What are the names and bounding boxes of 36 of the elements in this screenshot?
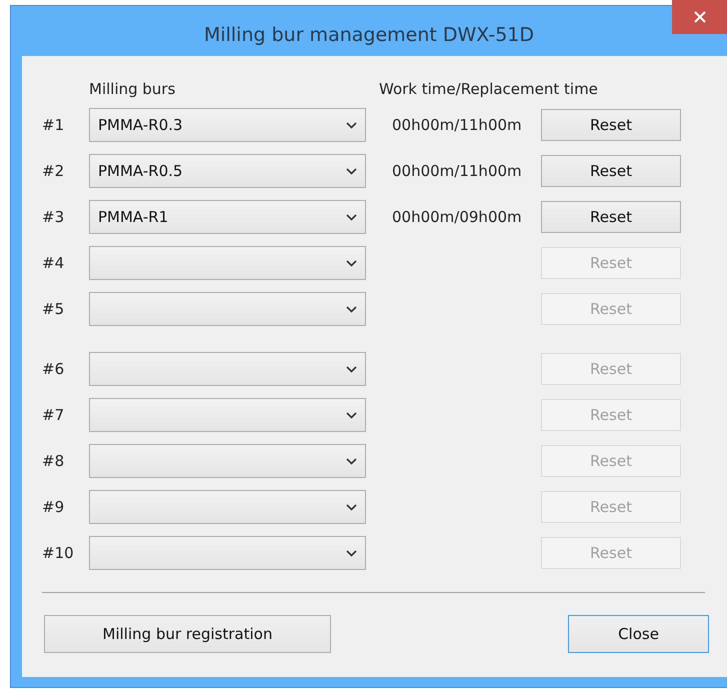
close-button[interactable] [672, 0, 727, 34]
bur-dropdown[interactable] [89, 292, 366, 326]
close-icon [694, 11, 706, 23]
bur-dropdown[interactable]: PMMA-R1 [89, 200, 366, 234]
reset-button[interactable]: Reset [541, 201, 681, 233]
bur-dropdown[interactable]: PMMA-R0.5 [89, 154, 366, 188]
bur-dropdown[interactable] [89, 352, 366, 386]
slot-number: #3 [42, 208, 66, 226]
bur-dropdown[interactable] [89, 444, 366, 478]
work-time: 00h00m/11h00m [391, 116, 523, 134]
slot-number: #10 [42, 544, 75, 562]
bur-dropdown[interactable] [89, 246, 366, 280]
work-time: 00h00m/09h00m [391, 208, 523, 226]
slot-number: #1 [42, 116, 66, 134]
slot-number: #4 [42, 254, 66, 272]
window-title: Milling bur management DWX-51D [204, 24, 534, 46]
slot-number: #7 [42, 406, 66, 424]
slot-number: #8 [42, 452, 66, 470]
bur-name: PMMA-R1 [98, 208, 168, 226]
registration-button[interactable]: Milling bur registration [44, 615, 331, 653]
reset-button[interactable]: Reset [541, 109, 681, 141]
bur-dropdown[interactable] [89, 536, 366, 570]
column-header: Milling burs [89, 80, 176, 100]
bur-dropdown[interactable] [89, 398, 366, 432]
bur-name: PMMA-R0.3 [98, 116, 183, 134]
bur-dropdown[interactable]: PMMA-R0.3 [89, 108, 366, 142]
bur-name: PMMA-R0.5 [98, 162, 183, 180]
slot-number: #5 [42, 300, 66, 318]
slot-number: #9 [42, 498, 66, 516]
reset-button[interactable]: Reset [541, 155, 681, 187]
slot-number: #6 [42, 360, 66, 378]
close-dialog-button[interactable]: Close [568, 615, 709, 653]
work-time: 00h00m/11h00m [391, 162, 523, 180]
slot-number: #2 [42, 162, 66, 180]
bur-dropdown[interactable] [89, 490, 366, 524]
column-header: Work time/Replacement time [378, 80, 599, 100]
